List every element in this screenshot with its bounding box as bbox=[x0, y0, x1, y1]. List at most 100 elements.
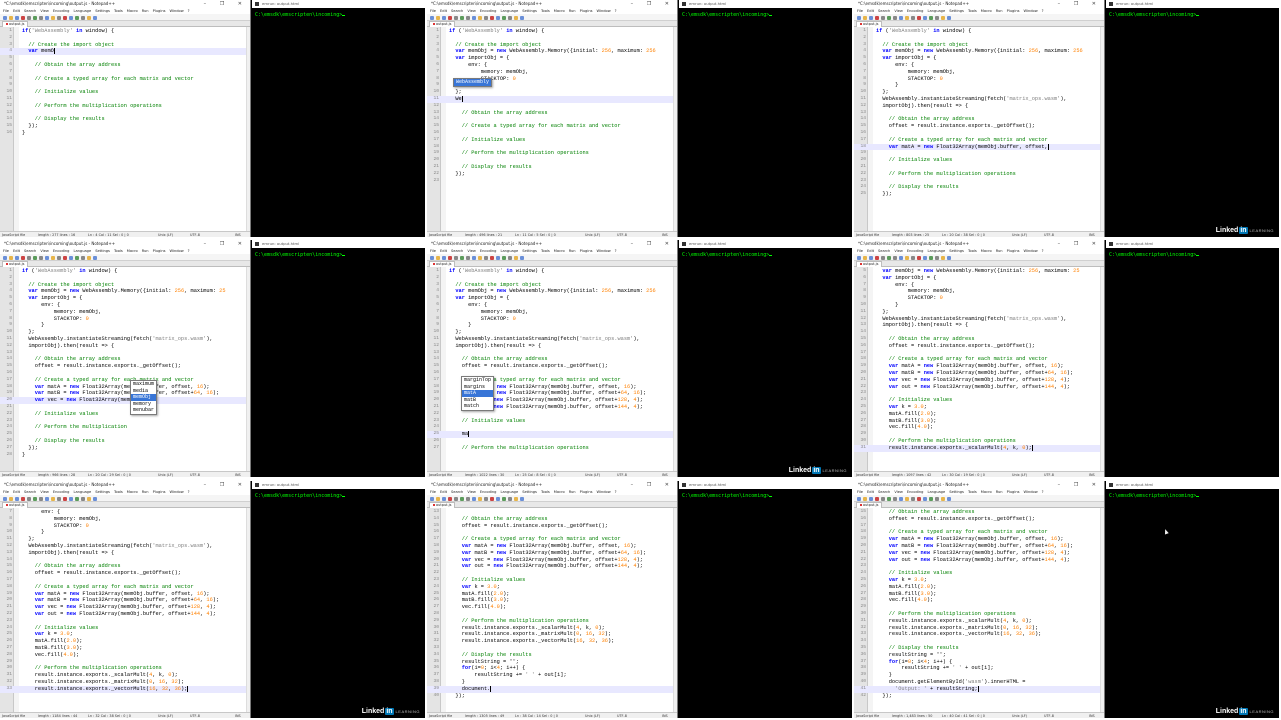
toolbar-button-icon[interactable] bbox=[514, 496, 518, 501]
menu-item-tools[interactable]: Tools bbox=[968, 249, 977, 253]
menu-item-edit[interactable]: Edit bbox=[867, 490, 874, 494]
code-line[interactable]: 17 bbox=[854, 523, 1100, 530]
code-line[interactable]: 30 result.instance.exports._scalarMult(4… bbox=[427, 625, 673, 632]
code-line[interactable]: 24 // Initialize values bbox=[854, 397, 1100, 404]
toolbar-button-icon[interactable] bbox=[520, 255, 524, 260]
code-line[interactable]: 14 // Display the results bbox=[0, 116, 246, 123]
menu-item-settings[interactable]: Settings bbox=[95, 249, 110, 253]
code-line[interactable]: 16 offset = result.instance.exports._get… bbox=[0, 570, 246, 577]
toolbar-button-icon[interactable] bbox=[887, 255, 891, 260]
toolbar-button-icon[interactable] bbox=[502, 496, 506, 501]
toolbar-button-icon[interactable] bbox=[905, 15, 909, 20]
toolbar-button-icon[interactable] bbox=[87, 15, 91, 20]
menu-item-file[interactable]: File bbox=[430, 249, 436, 253]
toolbar-button-icon[interactable] bbox=[941, 15, 945, 20]
code-line[interactable]: 27 matB.fill(3.0); bbox=[854, 591, 1100, 598]
code-line[interactable]: 11 WebAssembly.instantiateStreaming(fetc… bbox=[854, 96, 1100, 103]
toolbar-button-icon[interactable] bbox=[917, 15, 921, 20]
current-code-line[interactable]: 31 result.instance.exports._scalarMult(4… bbox=[854, 444, 1100, 452]
toolbar-button-icon[interactable] bbox=[87, 496, 91, 501]
toolbar-button-icon[interactable] bbox=[869, 15, 873, 20]
toolbar-button-icon[interactable] bbox=[9, 496, 13, 501]
code-line[interactable]: 23 bbox=[0, 618, 246, 625]
window-controls[interactable]: – ❐ ✕ bbox=[631, 240, 675, 248]
code-line[interactable]: 21 bbox=[854, 164, 1100, 171]
code-line[interactable]: 28} bbox=[0, 452, 246, 459]
menu-item-plugins[interactable]: Plugins bbox=[580, 9, 593, 13]
toolbar-button-icon[interactable] bbox=[484, 15, 488, 20]
code-line[interactable]: 8 STACKTOP: 0 bbox=[427, 316, 673, 323]
vertical-scrollbar[interactable] bbox=[673, 267, 677, 471]
menu-item-tools[interactable]: Tools bbox=[968, 9, 977, 13]
menu-item-help[interactable]: ? bbox=[615, 249, 617, 253]
menu-item-macro[interactable]: Macro bbox=[127, 249, 138, 253]
code-line[interactable]: 14 // Obtain the array address bbox=[427, 356, 673, 363]
terminal-window[interactable]: emrun: output.html C:\emsdk\emscripten\in… bbox=[679, 240, 852, 477]
code-line[interactable]: 2 bbox=[854, 35, 1100, 42]
menu-item-plugins[interactable]: Plugins bbox=[1007, 9, 1020, 13]
code-line[interactable]: 22 // Perform the multiplication operati… bbox=[854, 171, 1100, 178]
menu-item-plugins[interactable]: Plugins bbox=[580, 249, 593, 253]
toolbar-button-icon[interactable] bbox=[454, 496, 458, 501]
code-line[interactable]: 35 // Display the results bbox=[854, 645, 1100, 652]
autocomplete-popup[interactable]: WebAssembly bbox=[453, 78, 493, 87]
code-line[interactable]: 3 // Create the import object bbox=[0, 42, 246, 49]
code-line[interactable]: 12 importObj).then(result => { bbox=[0, 343, 246, 350]
toolbar-button-icon[interactable] bbox=[514, 15, 518, 20]
code-line[interactable]: 13 bbox=[427, 350, 673, 357]
code-line[interactable]: 17 // Create a typed array for each matr… bbox=[0, 377, 246, 384]
toolbar-button-icon[interactable] bbox=[57, 496, 61, 501]
code-line[interactable]: 32 result.instance.exports._matrixMult(0… bbox=[0, 679, 246, 686]
code-line[interactable]: 14 bbox=[854, 329, 1100, 336]
toolbar-button-icon[interactable] bbox=[857, 255, 861, 260]
code-line[interactable]: 23 bbox=[854, 390, 1100, 397]
code-line[interactable]: 40 }); bbox=[427, 693, 673, 700]
menu-item-file[interactable]: File bbox=[857, 490, 863, 494]
toolbar-button-icon[interactable] bbox=[75, 255, 79, 260]
menu-item-encoding[interactable]: Encoding bbox=[480, 490, 497, 494]
menu-item-view[interactable]: View bbox=[467, 249, 476, 253]
menu-item-search[interactable]: Search bbox=[878, 9, 890, 13]
code-line[interactable]: 4 var memObj = new WebAssembly.Memory({i… bbox=[427, 48, 673, 55]
toolbar-button-icon[interactable] bbox=[893, 255, 897, 260]
code-line[interactable]: 23 bbox=[427, 178, 673, 185]
toolbar-button-icon[interactable] bbox=[923, 255, 927, 260]
code-line[interactable]: 3 // Create the import object bbox=[0, 282, 246, 289]
code-line[interactable]: 1 if('WebAssembly' in window) { bbox=[0, 28, 246, 35]
toolbar-button-icon[interactable] bbox=[923, 15, 927, 20]
menu-item-file[interactable]: File bbox=[3, 490, 9, 494]
current-code-line[interactable]: 39 document. bbox=[427, 685, 673, 693]
menu-item-macro[interactable]: Macro bbox=[981, 490, 992, 494]
menu-item-settings[interactable]: Settings bbox=[522, 9, 537, 13]
toolbar-button-icon[interactable] bbox=[496, 496, 500, 501]
code-line[interactable]: 1 if ('WebAssembly' in window) { bbox=[0, 268, 246, 275]
toolbar-button-icon[interactable] bbox=[466, 15, 470, 20]
code-line[interactable]: 25 matA.fill(2.0); bbox=[427, 591, 673, 598]
code-line[interactable]: 11 }; bbox=[854, 309, 1100, 316]
menu-item-run[interactable]: Run bbox=[142, 9, 149, 13]
menu-item-macro[interactable]: Macro bbox=[981, 249, 992, 253]
menu-item-plugins[interactable]: Plugins bbox=[1007, 490, 1020, 494]
code-line[interactable]: 5 var importObj = { bbox=[427, 295, 673, 302]
toolbar-button-icon[interactable] bbox=[472, 255, 476, 260]
code-line[interactable]: 20 var matB = new Float32Array(memObj.bu… bbox=[0, 597, 246, 604]
menu-item-search[interactable]: Search bbox=[878, 490, 890, 494]
code-line[interactable]: 9 } bbox=[0, 322, 246, 329]
menu-item-run[interactable]: Run bbox=[996, 490, 1003, 494]
menu-item-view[interactable]: View bbox=[467, 490, 476, 494]
code-line[interactable]: 26 matB.fill(3.0); bbox=[427, 597, 673, 604]
toolbar-button-icon[interactable] bbox=[93, 496, 97, 501]
code-line[interactable]: 15 // Obtain the array address bbox=[854, 336, 1100, 343]
toolbar-button-icon[interactable] bbox=[27, 496, 31, 501]
autocomplete-popup[interactable]: maximum media memObj memory menubar bbox=[130, 380, 158, 415]
toolbar-button-icon[interactable] bbox=[923, 496, 927, 501]
code-line[interactable]: 29 bbox=[854, 431, 1100, 438]
code-line[interactable]: 6 env: { bbox=[427, 62, 673, 69]
toolbar-button-icon[interactable] bbox=[45, 255, 49, 260]
code-line[interactable]: 22 var out = new Float32Array(memObj.buf… bbox=[854, 384, 1100, 391]
code-line[interactable]: 25 bbox=[0, 431, 246, 438]
code-line[interactable]: 31 result.instance.exports._scalarMult(4… bbox=[0, 672, 246, 679]
code-line[interactable]: 5 var importObj = { bbox=[0, 295, 246, 302]
vertical-scrollbar[interactable] bbox=[246, 27, 250, 231]
toolbar-button-icon[interactable] bbox=[51, 255, 55, 260]
